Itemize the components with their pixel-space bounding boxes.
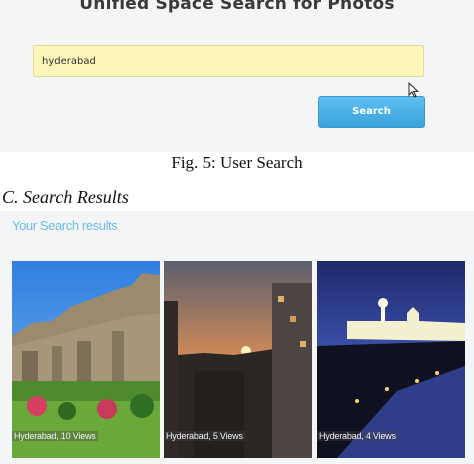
figure-caption: Fig. 5: User Search <box>171 153 303 172</box>
mouse-cursor-icon <box>408 82 420 98</box>
result-photo-night-palace[interactable] <box>317 261 465 458</box>
result-caption: Hyderabad, 10 Views <box>12 431 98 441</box>
result-caption: Hyderabad, 4 Views <box>317 431 398 441</box>
result-photo-fort[interactable] <box>12 261 160 458</box>
result-card[interactable]: Hyderabad, 10 Views <box>12 261 160 458</box>
search-input[interactable] <box>33 45 424 77</box>
result-photo-sunset[interactable] <box>164 261 312 458</box>
app-title: Unified Space Search for Photos <box>79 0 395 14</box>
section-heading: C. Search Results <box>2 187 129 207</box>
result-card[interactable]: Hyderabad, 4 Views <box>317 261 465 458</box>
result-card[interactable]: Hyderabad, 5 Views <box>164 261 312 458</box>
result-caption: Hyderabad, 5 Views <box>164 431 245 441</box>
search-button[interactable]: Search <box>318 96 425 128</box>
results-title: Your Search results <box>12 218 118 233</box>
